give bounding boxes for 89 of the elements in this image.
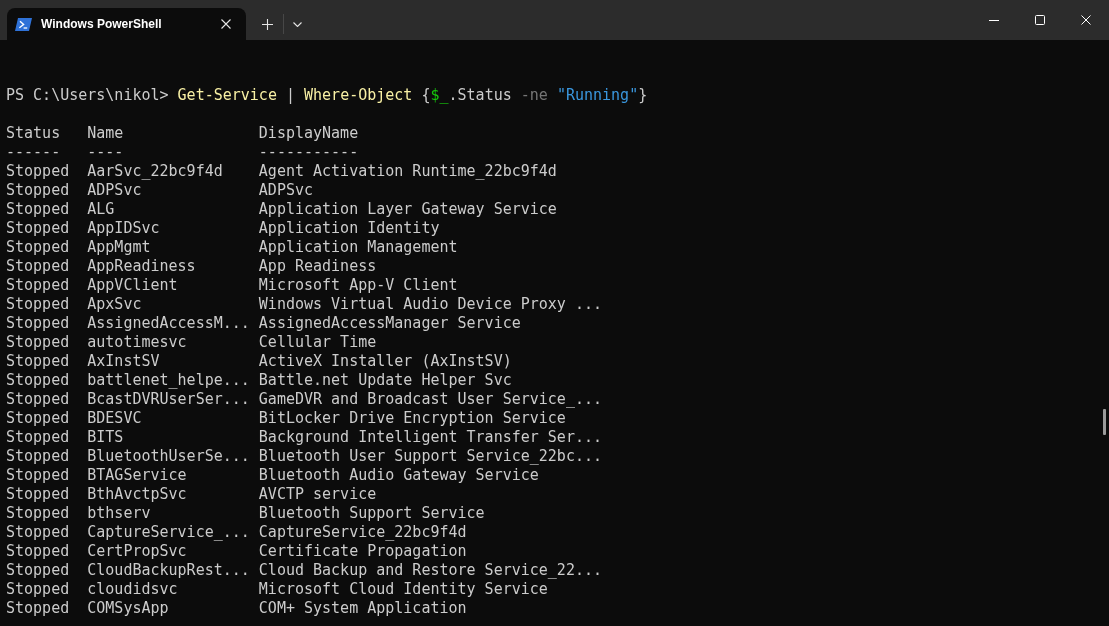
table-cell: GameDVR and Broadcast User Service_...	[258, 390, 602, 409]
minimize-icon	[989, 19, 999, 21]
table-cell: Cellular Time	[258, 333, 377, 352]
header-underline: -----------	[258, 143, 359, 162]
table-cell: AVCTP service	[258, 485, 377, 504]
table-cell: Stopped	[6, 219, 70, 238]
table-cell: ADPSvc	[258, 181, 314, 200]
table-cell: AppReadiness	[87, 257, 196, 276]
table-cell: Stopped	[6, 428, 70, 447]
column-header: Name	[87, 124, 124, 143]
table-cell: ActiveX Installer (AxInstSV)	[258, 352, 512, 371]
column-header: DisplayName	[258, 124, 359, 143]
table-cell: BitLocker Drive Encryption Service	[258, 409, 566, 428]
table-cell: Stopped	[6, 276, 70, 295]
table-cell: Stopped	[6, 485, 70, 504]
table-cell: Windows Virtual Audio Device Proxy ...	[258, 295, 602, 314]
table-cell: BITS	[87, 428, 124, 447]
table-cell: AarSvc_22bc9f4d	[87, 162, 223, 181]
table-cell: Microsoft Cloud Identity Service	[258, 580, 548, 599]
table-cell: BthAvctpSvc	[87, 485, 187, 504]
header-underline: ----	[87, 143, 124, 162]
table-cell: CertPropSvc	[87, 542, 187, 561]
chevron-down-icon	[292, 21, 302, 27]
table-cell: Stopped	[6, 447, 70, 466]
table-cell: App Readiness	[258, 257, 377, 276]
table-cell: Stopped	[6, 466, 70, 485]
table-cell: bthserv	[87, 504, 151, 523]
column-header: Status	[6, 124, 61, 143]
table-cell: CaptureService_22bc9f4d	[258, 523, 467, 542]
table-cell: AppVClient	[87, 276, 178, 295]
table-cell: Background Intelligent Transfer Ser...	[258, 428, 602, 447]
table-cell: Application Layer Gateway Service	[258, 200, 557, 219]
table-cell: Stopped	[6, 580, 70, 599]
table-cell: battlenet_helpe...	[87, 371, 250, 390]
table-cell: BTAGService	[87, 466, 187, 485]
table-cell: Microsoft App-V Client	[258, 276, 458, 295]
table-cell: AssignedAccessManager Service	[258, 314, 521, 333]
table-cell: Cloud Backup and Restore Service_22...	[258, 561, 602, 580]
table-cell: Stopped	[6, 181, 70, 200]
table-cell: Agent Activation Runtime_22bc9f4d	[258, 162, 557, 181]
table-cell: CloudBackupRest...	[87, 561, 250, 580]
table-cell: Battle.net Update Helper Svc	[258, 371, 512, 390]
table-cell: Stopped	[6, 409, 70, 428]
table-cell: Bluetooth Support Service	[258, 504, 485, 523]
table-cell: cloudidsvc	[87, 580, 178, 599]
table-cell: Stopped	[6, 238, 70, 257]
powershell-icon	[15, 17, 32, 31]
table-cell: Application Management	[258, 238, 458, 257]
maximize-icon	[1035, 15, 1045, 25]
table-cell: autotimesvc	[87, 333, 187, 352]
table-cell: BluetoothUserSe...	[87, 447, 250, 466]
table-cell: Stopped	[6, 542, 70, 561]
table-cell: ADPSvc	[87, 181, 142, 200]
table-cell: Stopped	[6, 504, 70, 523]
table-cell: Application Identity	[258, 219, 440, 238]
table-cell: Stopped	[6, 561, 70, 580]
table-cell: AssignedAccessM...	[87, 314, 250, 333]
table-cell: Bluetooth User Support Service_22bc...	[258, 447, 602, 466]
close-icon	[221, 19, 231, 29]
table-cell: Stopped	[6, 352, 70, 371]
tab-title: Windows PowerShell	[41, 17, 163, 31]
table-cell: Stopped	[6, 162, 70, 181]
table-cell: ALG	[87, 200, 115, 219]
table-cell: Bluetooth Audio Gateway Service	[258, 466, 539, 485]
table-cell: BcastDVRUserSer...	[87, 390, 250, 409]
table-cell: Stopped	[6, 371, 70, 390]
plus-icon	[261, 18, 273, 30]
terminal-tab[interactable]: Windows PowerShell	[7, 8, 246, 40]
table-cell: Stopped	[6, 523, 70, 542]
close-icon	[1081, 15, 1091, 25]
table-cell: Stopped	[6, 295, 70, 314]
command-line: PS C:\Users\nikol> Get-Service | Where-Object {$_.Status -ne "Running"}	[6, 86, 648, 105]
table-cell: COM+ System Application	[258, 599, 467, 618]
table-cell: AppIDSvc	[87, 219, 160, 238]
table-cell: Stopped	[6, 314, 70, 333]
table-cell: ApxSvc	[87, 295, 142, 314]
table-cell: BDESVC	[87, 409, 142, 428]
table-cell: Stopped	[6, 200, 70, 219]
table-cell: Certificate Propagation	[258, 542, 467, 561]
table-cell: AxInstSV	[87, 352, 160, 371]
table-cell: Stopped	[6, 599, 70, 618]
table-cell: COMSysApp	[87, 599, 169, 618]
table-cell: Stopped	[6, 390, 70, 409]
table-cell: AppMgmt	[87, 238, 151, 257]
table-cell: Stopped	[6, 257, 70, 276]
table-cell: Stopped	[6, 333, 70, 352]
header-underline: ------	[6, 143, 61, 162]
table-cell: CaptureService_...	[87, 523, 250, 542]
scrollbar-thumb[interactable]	[1103, 409, 1106, 435]
